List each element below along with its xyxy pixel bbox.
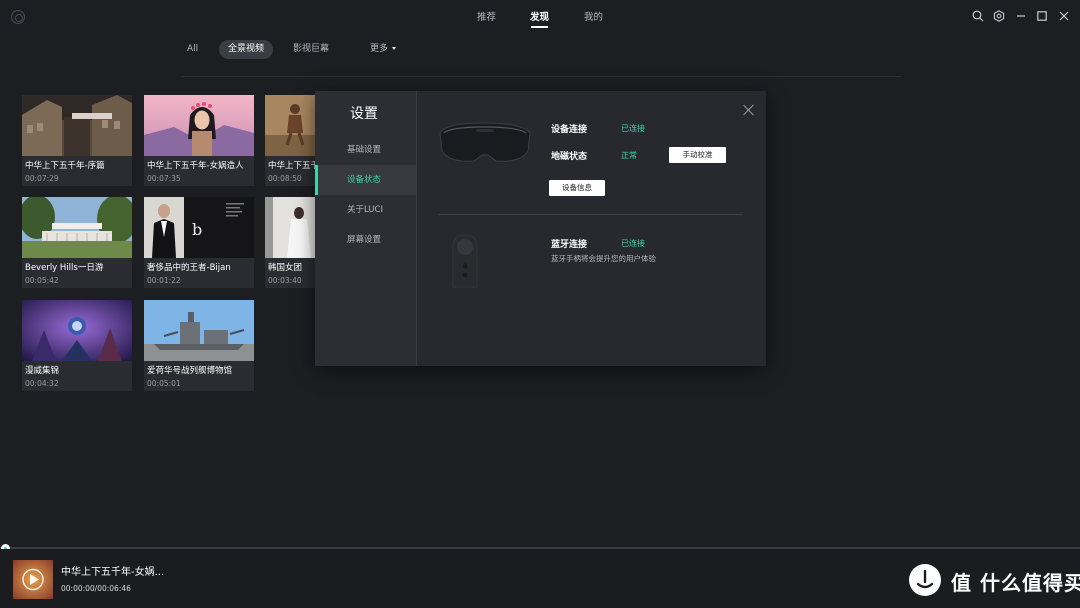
manual-calibrate-button[interactable]: 手动校准: [669, 147, 726, 163]
subtab-divider: [181, 76, 901, 77]
bluetooth-hint: 蓝牙手柄将会提升您的用户体验: [551, 254, 656, 263]
video-duration: 00:04:32: [25, 379, 59, 388]
video-duration: 00:07:29: [25, 174, 59, 183]
video-duration: 00:08:50: [268, 174, 302, 183]
maximize-icon[interactable]: [1035, 9, 1049, 23]
settings-nav-device-status[interactable]: 设备状态: [315, 165, 416, 195]
headset-image: [436, 117, 534, 169]
video-card[interactable]: 爱荷华号战列舰博物馆 00:05:01: [144, 300, 254, 391]
subtab-panorama[interactable]: 全景视频: [219, 40, 274, 59]
subtab-more[interactable]: 更多: [370, 40, 397, 59]
tab-mine[interactable]: 我的: [584, 9, 603, 23]
watermark-logo-icon: [909, 564, 941, 596]
video-thumbnail: [144, 95, 254, 156]
video-thumbnail: [22, 95, 132, 156]
device-connection-label: 设备连接: [551, 125, 588, 135]
settings-title: 设置: [350, 106, 378, 122]
close-icon[interactable]: [743, 104, 755, 116]
video-thumbnail: b: [144, 197, 254, 258]
now-playing-title: 中华上下五千年-女娲...: [61, 567, 165, 578]
video-title: 爱荷华号战列舰博物馆: [147, 366, 233, 376]
tab-discover[interactable]: 发现: [530, 9, 549, 23]
video-card[interactable]: 中华上下五千年-序篇 00:07:29: [22, 95, 132, 186]
active-tab-indicator: [531, 26, 548, 28]
app-logo-icon: [11, 10, 25, 24]
video-title: 奢侈品中的王者-Bijan: [147, 263, 231, 273]
device-connection-status: 已连接: [621, 124, 645, 133]
settings-sidebar: 设置 基础设置 设备状态 关于LUCI 屏幕设置: [315, 91, 416, 366]
close-window-icon[interactable]: [1057, 9, 1071, 23]
section-divider: [438, 214, 743, 215]
player-bar: 中华上下五千年-女娲... 00:00:00/00:06:46 值 什么值得买: [0, 549, 1080, 608]
subtab-more-label: 更多: [370, 44, 389, 54]
video-thumbnail: [22, 300, 132, 361]
settings-gear-icon[interactable]: [992, 9, 1006, 23]
video-thumbnail: [144, 300, 254, 361]
video-duration: 00:05:01: [147, 379, 181, 388]
geomagnetic-status: 正常: [621, 151, 637, 160]
video-card[interactable]: b 奢侈品中的王者-Bijan 00:01:22: [144, 197, 254, 288]
video-duration: 00:01:22: [147, 276, 181, 285]
video-duration: 00:03:40: [268, 276, 302, 285]
video-card[interactable]: 漫威集锦 00:04:32: [22, 300, 132, 391]
subtab-cinema-label: 影视巨幕: [293, 44, 330, 54]
settings-nav-basic[interactable]: 基础设置: [315, 135, 416, 165]
controller-image: [449, 233, 481, 289]
settings-nav-about[interactable]: 关于LUCI: [315, 195, 416, 225]
watermark-text: 值 什么值得买: [951, 571, 1080, 595]
video-title: 韩国女团: [268, 263, 303, 273]
settings-dialog: 设置 基础设置 设备状态 关于LUCI 屏幕设置 设备连接 已连接 地磁状态 正…: [315, 91, 766, 366]
settings-divider: [416, 91, 417, 366]
device-info-button[interactable]: 设备信息: [549, 180, 605, 196]
now-playing-thumbnail[interactable]: [13, 560, 53, 599]
settings-nav-screen[interactable]: 屏幕设置: [315, 225, 416, 255]
video-duration: 00:05:42: [25, 276, 59, 285]
video-duration: 00:07:35: [147, 174, 181, 183]
video-title: 中华上下五千年-女娲造人: [147, 161, 244, 171]
chevron-down-icon: [392, 47, 397, 50]
subtab-cinema[interactable]: 影视巨幕: [293, 40, 329, 59]
tab-recommend[interactable]: 推荐: [477, 9, 496, 23]
bluetooth-label: 蓝牙连接: [551, 240, 588, 250]
search-icon[interactable]: [971, 9, 985, 23]
video-card[interactable]: Beverly Hills一日游 00:05:42: [22, 197, 132, 288]
top-bar: 推荐 发现 我的: [0, 0, 1080, 34]
video-title: 中华上下五千年-序篇: [25, 161, 105, 171]
playback-time: 00:00:00/00:06:46: [61, 584, 131, 593]
bluetooth-status: 已连接: [621, 239, 645, 248]
minimize-icon[interactable]: [1014, 9, 1028, 23]
video-card[interactable]: 中华上下五千年-女娲造人 00:07:35: [144, 95, 254, 186]
video-title: 漫威集锦: [25, 366, 60, 376]
geomagnetic-label: 地磁状态: [551, 152, 588, 162]
video-thumbnail: [22, 197, 132, 258]
video-title: Beverly Hills一日游: [25, 263, 104, 273]
svg-text:b: b: [192, 220, 202, 239]
subtab-all[interactable]: All: [187, 40, 198, 59]
